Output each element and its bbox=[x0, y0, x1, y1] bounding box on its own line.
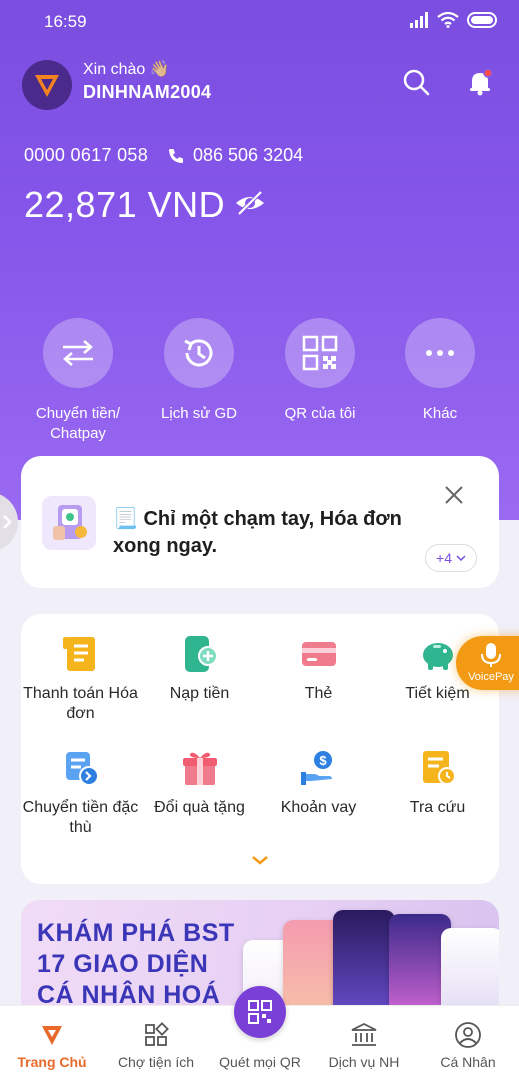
service-top-up[interactable]: Nạp tiền bbox=[140, 634, 259, 704]
status-icons bbox=[409, 12, 499, 28]
service-bill-payment[interactable]: Thanh toán Hóa đơn bbox=[21, 634, 140, 724]
service-special-transfer[interactable]: Chuyển tiền đặc thù bbox=[21, 748, 140, 838]
hide-balance-eye-icon[interactable] bbox=[234, 189, 266, 217]
bill-illustration bbox=[42, 496, 96, 550]
signal-icon bbox=[410, 12, 428, 28]
service-label: Thẻ bbox=[304, 685, 333, 702]
promo-notice-card[interactable]: 📃 Chỉ một chạm tay, Hóa đơn xong ngay. +… bbox=[21, 456, 499, 588]
svg-text:$: $ bbox=[319, 753, 327, 768]
quick-action-label: Chuyển tiền/ Chatpay bbox=[35, 405, 121, 442]
quick-action-label: Khác bbox=[422, 405, 458, 422]
chevron-right-icon bbox=[3, 515, 12, 529]
special-transfer-icon bbox=[65, 752, 99, 786]
voicepay-label: VoicePay bbox=[468, 671, 514, 683]
account-balance: 22,871 VND bbox=[24, 184, 226, 225]
lookup-icon bbox=[422, 751, 456, 785]
topup-icon bbox=[184, 636, 218, 672]
avatar[interactable] bbox=[22, 60, 72, 110]
quick-action-history[interactable]: Lịch sử GD bbox=[139, 318, 259, 424]
username: DINHNAM2004 bbox=[83, 82, 212, 102]
transfer-icon bbox=[63, 340, 93, 366]
theme-preview-3 bbox=[333, 910, 395, 1020]
promo-line-2: 17 GIAO DIỆN bbox=[37, 950, 209, 978]
voicepay-button[interactable]: VoicePay bbox=[456, 636, 519, 690]
service-lookup[interactable]: Tra cứu bbox=[378, 748, 497, 818]
bank-icon bbox=[351, 1022, 377, 1046]
apps-icon bbox=[145, 1022, 169, 1046]
phone-icon bbox=[169, 148, 183, 163]
card-icon bbox=[301, 642, 336, 666]
nav-label: Cá Nhân bbox=[440, 1054, 496, 1070]
service-gift-redeem[interactable]: Đổi quà tặng bbox=[140, 748, 259, 818]
microphone-icon bbox=[481, 643, 501, 667]
service-loan[interactable]: $ Khoản vay bbox=[259, 748, 378, 818]
promo-line-1: KHÁM PHÁ BST bbox=[37, 919, 235, 947]
quick-action-more[interactable]: Khác bbox=[380, 318, 500, 424]
expand-chevron-icon[interactable] bbox=[250, 854, 270, 866]
search-icon[interactable] bbox=[400, 66, 432, 98]
quick-action-my-qr[interactable]: QR của tôi bbox=[260, 318, 380, 424]
scan-qr-button[interactable] bbox=[234, 986, 286, 1038]
home-icon bbox=[42, 1026, 62, 1045]
status-time: 16:59 bbox=[44, 12, 87, 31]
nav-utilities[interactable]: Chợ tiện ích bbox=[104, 1006, 208, 1070]
battery-icon bbox=[467, 12, 497, 28]
banner-message: 📃 Chỉ một chạm tay, Hóa đơn xong ngay. bbox=[113, 508, 402, 557]
service-label: Tra cứu bbox=[409, 799, 466, 816]
nav-label: Trang Chủ bbox=[17, 1054, 87, 1070]
promo-headline: KHÁM PHÁ BST 17 GIAO DIỆN CÁ NHÂN HOÁ bbox=[37, 918, 235, 1011]
banner-more-count: +4 bbox=[436, 550, 452, 566]
loan-icon: $ bbox=[300, 751, 332, 785]
profile-icon bbox=[455, 1022, 481, 1048]
tpbank-logo-icon bbox=[35, 75, 59, 97]
phone-number[interactable]: 086 506 3204 bbox=[167, 145, 303, 166]
close-icon[interactable] bbox=[443, 484, 465, 506]
service-label: Thanh toán Hóa đơn bbox=[23, 685, 138, 722]
history-icon bbox=[184, 339, 213, 367]
status-bar: 16:59 bbox=[0, 0, 519, 42]
service-label: Khoản vay bbox=[280, 799, 357, 816]
phone-number-text: 086 506 3204 bbox=[193, 145, 304, 165]
wifi-icon bbox=[437, 12, 459, 28]
nav-label: Chợ tiện ích bbox=[117, 1054, 195, 1070]
scan-qr-icon bbox=[248, 1000, 272, 1024]
nav-label: Quét mọi QR bbox=[219, 1054, 301, 1070]
service-card[interactable]: Thẻ bbox=[259, 634, 378, 704]
nav-label: Dịch vụ NH bbox=[328, 1054, 400, 1070]
piggy-bank-icon bbox=[422, 643, 453, 670]
nav-bank-services[interactable]: Dịch vụ NH bbox=[312, 1006, 416, 1070]
qr-icon bbox=[302, 335, 338, 371]
nav-profile[interactable]: Cá Nhân bbox=[416, 1006, 519, 1070]
chevron-down-icon bbox=[456, 555, 466, 561]
banner-more-button[interactable]: +4 bbox=[425, 544, 477, 572]
nav-home[interactable]: Trang Chủ bbox=[0, 1006, 104, 1070]
greeting: Xin chào 👋🏼 bbox=[83, 61, 170, 78]
service-label: Đổi quà tặng bbox=[154, 799, 245, 816]
quick-action-label: Lịch sử GD bbox=[161, 405, 237, 422]
gift-icon bbox=[182, 752, 217, 785]
bill-icon bbox=[62, 637, 95, 671]
quick-action-label: QR của tôi bbox=[284, 405, 356, 422]
services-grid: Thanh toán Hóa đơn Nạp tiền Thẻ Tiết kiệ… bbox=[21, 614, 499, 884]
account-number[interactable]: 0000 0617 058 bbox=[24, 145, 148, 166]
notification-bell-icon[interactable] bbox=[464, 66, 496, 98]
service-label: Chuyển tiền đặc thù bbox=[22, 799, 139, 836]
service-label: Nạp tiền bbox=[169, 685, 230, 702]
quick-action-transfer[interactable]: Chuyển tiền/ Chatpay bbox=[18, 318, 138, 444]
more-icon bbox=[426, 350, 454, 356]
